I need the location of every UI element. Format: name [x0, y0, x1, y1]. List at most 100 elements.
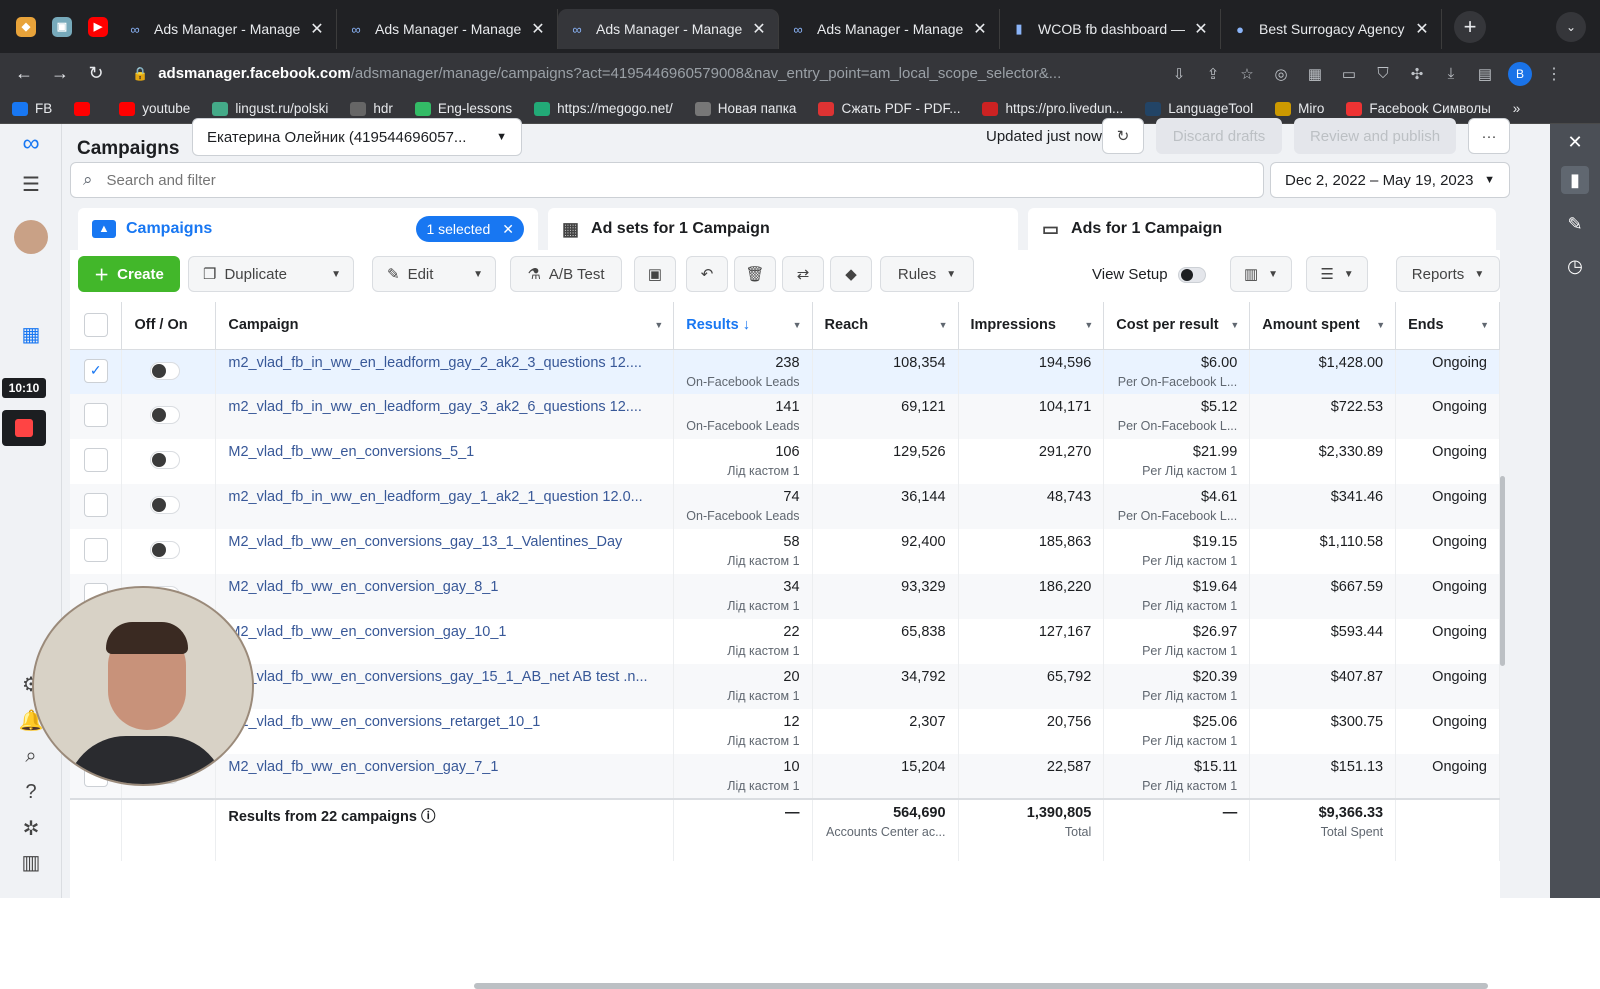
- campaign-name-link[interactable]: M2_vlad_fb_ww_en_conversion_gay_10_1: [228, 619, 656, 640]
- table-row[interactable]: M2_vlad_fb_ww_en_conversions_gay_15_1_AB…: [70, 664, 1500, 709]
- select-all-checkbox[interactable]: [83, 313, 108, 338]
- campaigns-grid-icon[interactable]: ▦: [17, 320, 45, 348]
- search-filter-bar[interactable]: ⌕: [70, 162, 1264, 198]
- browser-tab[interactable]: ∞ Ads Manager - Manage ✕: [116, 9, 337, 49]
- selected-pill[interactable]: 1 selected ✕: [416, 216, 524, 242]
- bookmark-item[interactable]: youtube: [119, 101, 190, 116]
- table-row[interactable]: M2_vlad_fb_ww_en_conversion_gay_8_1 34 Лід…: [70, 574, 1500, 619]
- record-stop-icon[interactable]: [2, 410, 46, 446]
- bookmark-item[interactable]: Miro: [1275, 101, 1324, 116]
- bookmark-item[interactable]: https://megogo.net/: [534, 101, 673, 116]
- tab-adsets[interactable]: ▦ Ad sets for 1 Campaign: [548, 208, 1018, 250]
- info-icon[interactable]: ⓘ: [421, 809, 436, 825]
- row-checkbox[interactable]: [83, 538, 108, 562]
- col-header-results[interactable]: Results ↓ ▼: [673, 302, 813, 350]
- campaign-name-link[interactable]: M2_vlad_fb_ww_en_conversions_gay_15_1_AB…: [228, 664, 656, 685]
- close-tab-icon[interactable]: ✕: [971, 19, 989, 39]
- view-setup-switch[interactable]: [1177, 266, 1206, 283]
- browser-menu-icon[interactable]: ⋮: [1546, 64, 1562, 84]
- bookmark-item[interactable]: Сжать PDF - PDF...: [818, 101, 960, 116]
- bookmark-item[interactable]: Facebook Символы: [1346, 101, 1491, 116]
- trash-icon[interactable]: 🗑: [734, 256, 776, 292]
- view-setup-toggle[interactable]: View Setup: [1092, 266, 1206, 283]
- vertical-scrollbar[interactable]: [1500, 476, 1505, 666]
- create-button[interactable]: ＋ Create: [78, 256, 180, 292]
- close-icon[interactable]: ✕: [1561, 128, 1589, 156]
- col-header-off-on[interactable]: Off / On: [121, 302, 217, 350]
- col-header-reach[interactable]: Reach ▼: [812, 302, 959, 350]
- close-tab-icon[interactable]: ✕: [1192, 19, 1210, 39]
- shield-icon[interactable]: ⛉: [1366, 65, 1400, 83]
- campaign-name-link[interactable]: M2_vlad_fb_ww_en_conversions_retarget_10…: [228, 709, 656, 730]
- browser-tab[interactable]: ∞ Ads Manager - Manage ✕: [779, 9, 1000, 49]
- extension-icon-2[interactable]: ▦: [1298, 65, 1332, 83]
- back-icon[interactable]: ←: [6, 63, 42, 84]
- chart-icon[interactable]: ▮: [1561, 166, 1589, 194]
- puzzle-icon[interactable]: ✣: [1400, 65, 1434, 83]
- pinned-tab-2[interactable]: ▣: [44, 10, 80, 44]
- row-checkbox[interactable]: [83, 448, 108, 472]
- table-row[interactable]: m2_vlad_fb_in_ww_en_leadform_gay_1_ak2_1…: [70, 484, 1500, 529]
- sidebar-icon[interactable]: ▤: [1468, 65, 1502, 83]
- clear-selection-icon[interactable]: ✕: [502, 221, 514, 238]
- campaign-name-link[interactable]: M2_vlad_fb_ww_en_conversions_5_1: [228, 439, 656, 460]
- close-tab-icon[interactable]: ✕: [308, 19, 326, 39]
- discard-drafts-button[interactable]: Discard drafts: [1156, 118, 1282, 154]
- columns-button[interactable]: ▥ ▼: [1230, 256, 1292, 292]
- preview-icon[interactable]: ⇄: [782, 256, 824, 292]
- browser-tab[interactable]: ● Best Surrogacy Agency ✕: [1221, 9, 1442, 49]
- avatar[interactable]: [14, 220, 48, 254]
- tab-ads[interactable]: ▭ Ads for 1 Campaign: [1028, 208, 1496, 250]
- share-icon[interactable]: ⇪: [1196, 65, 1230, 83]
- campaign-toggle[interactable]: [150, 406, 181, 424]
- search-input[interactable]: [106, 171, 1263, 189]
- bookmark-item[interactable]: Eng-lessons: [414, 101, 512, 116]
- bookmark-item[interactable]: lingust.ru/polski: [212, 101, 328, 116]
- bookmark-item[interactable]: Новая папка: [694, 101, 796, 116]
- close-tab-icon[interactable]: ✕: [1413, 19, 1431, 39]
- install-icon[interactable]: ⇩: [1162, 65, 1196, 83]
- docs-icon[interactable]: ▥: [17, 848, 45, 876]
- download-icon[interactable]: ⤓: [1434, 65, 1468, 83]
- reports-button[interactable]: Reports ▼: [1396, 256, 1500, 292]
- campaign-toggle[interactable]: [150, 541, 181, 559]
- bookmark-item[interactable]: FB: [12, 101, 52, 116]
- tab-campaigns[interactable]: ▲ Campaigns 1 selected ✕: [78, 208, 538, 250]
- more-options-button[interactable]: ···: [1468, 118, 1510, 154]
- refresh-icon[interactable]: ↻: [1102, 118, 1144, 154]
- extension-icon-3[interactable]: ▭: [1332, 65, 1366, 83]
- col-header-amount-spent[interactable]: Amount spent ▼: [1249, 302, 1397, 350]
- campaign-toggle[interactable]: [150, 361, 181, 380]
- pinned-tab-youtube[interactable]: ▶: [80, 10, 116, 44]
- bookmark-item[interactable]: hdr: [350, 101, 393, 116]
- table-row[interactable]: M2_vlad_fb_ww_en_conversions_gay_13_1_Va…: [70, 529, 1500, 574]
- bookmark-item[interactable]: https://pro.livedun...: [982, 101, 1123, 116]
- meta-logo-icon[interactable]: ∞: [17, 130, 45, 158]
- table-row[interactable]: M2_vlad_fb_ww_en_conversions_retarget_10…: [70, 709, 1500, 754]
- horizontal-scrollbar[interactable]: [474, 983, 1488, 989]
- browser-tab[interactable]: ∞ Ads Manager - Manage ✕: [337, 9, 558, 49]
- col-header-impressions[interactable]: Impressions ▼: [958, 302, 1105, 350]
- campaign-toggle[interactable]: [150, 451, 181, 469]
- menu-icon[interactable]: ☰: [17, 170, 45, 198]
- pencil-icon[interactable]: ✎: [1561, 210, 1589, 238]
- duplicate-button[interactable]: ❐ Duplicate ▼: [188, 256, 354, 292]
- clipboard-icon[interactable]: ▣: [634, 256, 676, 292]
- undo-icon[interactable]: ↶: [686, 256, 728, 292]
- account-selector[interactable]: Екатерина Олейник (419544696057... ▼: [192, 118, 522, 156]
- table-row[interactable]: M2_vlad_fb_ww_en_conversion_gay_10_1 22 Лі…: [70, 619, 1500, 664]
- col-header-campaign[interactable]: Campaign ▼: [215, 302, 675, 350]
- campaign-name-link[interactable]: M2_vlad_fb_ww_en_conversions_gay_13_1_Va…: [228, 529, 656, 550]
- table-row[interactable]: m2_vlad_fb_in_ww_en_leadform_gay_3_ak2_6…: [70, 394, 1500, 439]
- review-publish-button[interactable]: Review and publish: [1294, 118, 1456, 154]
- rules-button[interactable]: Rules ▼: [880, 256, 974, 292]
- pinned-tab-1[interactable]: ◆: [8, 10, 44, 44]
- campaign-name-link[interactable]: m2_vlad_fb_in_ww_en_leadform_gay_1_ak2_1…: [228, 484, 656, 505]
- reload-icon[interactable]: ↻: [78, 63, 114, 84]
- bookmarks-overflow-icon[interactable]: »: [1513, 101, 1521, 116]
- new-tab-button[interactable]: +: [1454, 10, 1486, 43]
- history-icon[interactable]: ◷: [1561, 252, 1589, 280]
- campaign-toggle[interactable]: [150, 496, 181, 514]
- star-icon[interactable]: ☆: [1230, 65, 1264, 83]
- row-checkbox[interactable]: [83, 493, 108, 517]
